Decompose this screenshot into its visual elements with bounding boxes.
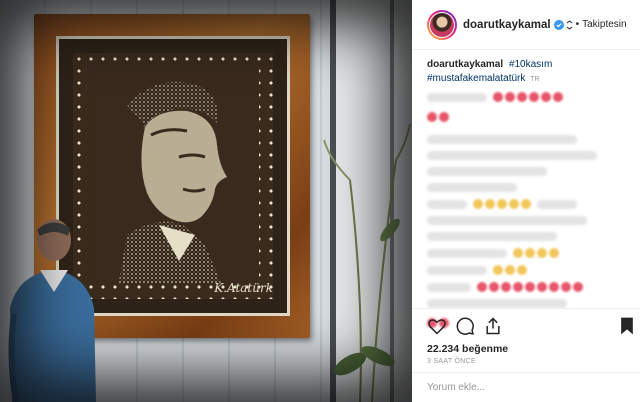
list-item	[427, 232, 557, 241]
caption-username[interactable]: doarutkaykamal	[427, 59, 503, 70]
hashtag-link[interactable]: #10kasım	[509, 59, 552, 70]
list-item	[427, 299, 567, 308]
avatar[interactable]	[427, 9, 457, 40]
bookmark-icon[interactable]	[617, 316, 637, 336]
list-item	[427, 216, 587, 225]
language-badge: TR	[530, 76, 540, 83]
list-item	[427, 167, 547, 176]
list-item	[427, 92, 627, 102]
share-icon[interactable]	[483, 316, 503, 336]
portrait-image	[87, 65, 259, 283]
plant	[323, 123, 411, 402]
avatar-image	[430, 12, 454, 37]
heart-icon[interactable]	[427, 316, 447, 336]
list-item	[427, 183, 517, 192]
man-figure	[8, 219, 96, 402]
hashtag-link[interactable]: #mustafakemalatatürk	[427, 73, 525, 84]
comment-icon[interactable]	[455, 316, 475, 336]
header-username[interactable]: doarutkaykamal	[463, 19, 551, 31]
header-separator: •	[575, 19, 580, 30]
chevron-icon[interactable]	[566, 19, 573, 30]
list-item	[427, 282, 627, 292]
post-header: doarutkaykamal • Takiptesin	[412, 0, 640, 50]
action-bar	[427, 316, 633, 338]
list-item	[427, 265, 627, 275]
portrait-drawing	[118, 81, 227, 283]
post-timestamp: 3 SAAT ÖNCE	[427, 358, 476, 365]
post-caption: doarutkaykamal #10kasım #mustafakemalata…	[427, 58, 627, 87]
post-photo[interactable]: K.Atatürk	[0, 0, 412, 402]
post-details-panel: doarutkaykamal • Takiptesin doarutkaykam…	[412, 0, 640, 402]
like-count[interactable]: 22.234 beğenme	[427, 343, 508, 355]
list-item	[427, 151, 597, 160]
list-item	[427, 109, 627, 127]
comment-input[interactable]	[427, 382, 617, 393]
list-item	[427, 135, 577, 144]
follow-status-button[interactable]: Takiptesin	[582, 19, 626, 30]
verified-badge-icon	[553, 19, 564, 30]
portrait-signature: K.Atatürk	[214, 281, 273, 295]
list-item	[427, 248, 627, 258]
comment-list-blurred	[427, 92, 627, 333]
comment-bar	[412, 372, 640, 402]
list-item	[427, 199, 627, 209]
